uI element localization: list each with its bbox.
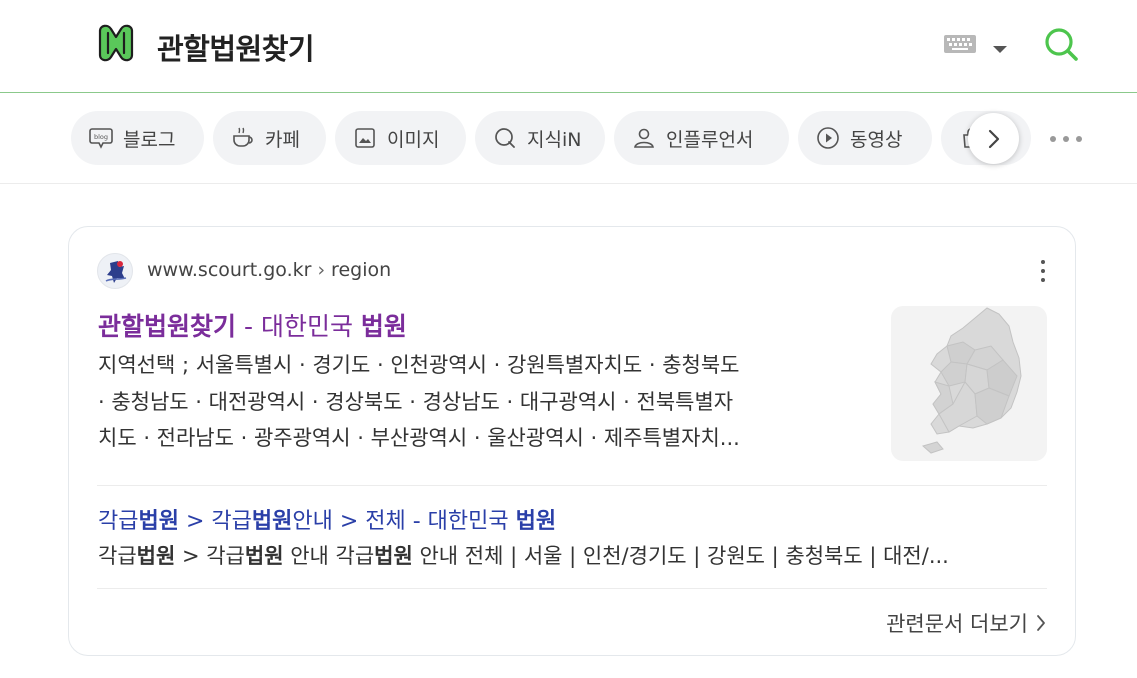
sub-link-text: 각급	[98, 509, 139, 534]
site-path: region	[331, 259, 392, 281]
search-icon[interactable]	[1043, 26, 1079, 62]
site-favicon-icon[interactable]	[97, 253, 133, 289]
tab-blog[interactable]: blog 블로그	[71, 111, 204, 165]
sub-link-arrow: >	[178, 509, 212, 534]
tab-kin[interactable]: 지식iN	[475, 111, 605, 165]
result-title-link[interactable]: 관할법원찾기 - 대한민국 법원	[98, 307, 407, 343]
sub-link-bold: 법원	[138, 509, 179, 534]
cafe-cup-icon	[231, 126, 255, 150]
sub-desc-bold: 법원	[136, 544, 176, 568]
sub-link-text: 각급	[211, 509, 252, 534]
description-line: · 충청남도 · 대전광역시 · 경상북도 · 경상남도 · 대구광역시 · 전…	[98, 389, 734, 414]
chevron-right-icon	[1037, 615, 1045, 631]
sub-result-description: 각급법원 > 각급법원 안내 각급법원 안내 전체 | 서울 | 인천/경기도 …	[98, 540, 1048, 570]
sub-desc-bold: 법원	[374, 544, 413, 568]
search-result-card: www.scourt.go.kr › region 관할법원찾기 - 대한민국 법원…	[68, 226, 1076, 656]
sub-desc-text: > 각급	[175, 544, 245, 568]
svg-text:blog: blog	[94, 133, 108, 141]
title-org: 대한민국	[260, 312, 361, 341]
site-url: www.scourt.go.kr	[147, 259, 312, 281]
chevron-down-icon[interactable]	[992, 40, 1008, 53]
person-icon	[632, 126, 656, 150]
sub-desc-text: 각급	[98, 544, 137, 568]
sub-link-arrow: >	[332, 509, 366, 534]
tab-video[interactable]: 동영상	[798, 111, 932, 165]
naver-logo-icon[interactable]	[96, 23, 136, 63]
sub-link-text: 전체 - 대한민국	[365, 509, 516, 534]
sub-link-bold: 법원	[515, 509, 557, 534]
section-divider	[97, 485, 1047, 486]
title-separator: -	[236, 312, 261, 341]
related-docs-more-link[interactable]: 관련문서 더보기	[886, 608, 1046, 638]
tabs-next-button[interactable]	[968, 113, 1019, 164]
more-horizontal-icon[interactable]	[1050, 136, 1082, 144]
sub-link-text: 안내	[292, 509, 333, 534]
tab-label: 카페	[265, 128, 300, 151]
tab-cafe[interactable]: 카페	[213, 111, 326, 165]
more-vertical-icon[interactable]	[1039, 260, 1047, 282]
tab-label: 이미지	[387, 128, 440, 151]
description-line: 치도 · 전라남도 · 광주광역시 · 부산광역시 · 울산광역시 · 제주특별…	[98, 426, 740, 450]
tab-label: 인플루언서	[666, 128, 754, 151]
section-divider	[97, 588, 1047, 589]
site-breadcrumb[interactable]: www.scourt.go.kr › region	[147, 259, 391, 281]
play-icon	[816, 126, 840, 150]
blog-icon: blog	[89, 126, 113, 150]
image-icon	[353, 126, 377, 150]
sub-desc-text: 안내 전체 | 서울 | 인천/경기도 | 강원도 | 충청북도 | 대전/..…	[412, 544, 949, 568]
title-org-bold: 법원	[360, 312, 407, 341]
tab-image[interactable]: 이미지	[335, 111, 466, 165]
sub-result-link[interactable]: 각급법원 > 각급법원안내 > 전체 - 대한민국 법원	[98, 503, 556, 535]
tab-label: 블로그	[123, 128, 176, 151]
search-header: 관할법원찾기	[0, 0, 1137, 93]
korea-map-thumbnail[interactable]	[891, 306, 1047, 461]
kin-icon	[493, 126, 517, 150]
sub-link-bold: 법원	[251, 509, 293, 534]
sub-desc-bold: 법원	[244, 544, 284, 568]
description-line: 지역선택 ; 서울특별시 · 경기도 · 인천광역시 · 강원특별자치도 · 충…	[98, 353, 740, 377]
tab-label: 지식iN	[527, 128, 582, 151]
result-description: 지역선택 ; 서울특별시 · 경기도 · 인천광역시 · 강원특별자치도 · 충…	[98, 347, 868, 457]
search-tab-bar: blog 블로그 카페 이미지 지식iN 인플루언서 동영상	[0, 94, 1137, 184]
tab-label: 동영상	[850, 128, 903, 151]
result-title-main: 관할법원찾기	[98, 312, 237, 341]
chevron-right-icon	[988, 129, 999, 148]
keyboard-icon[interactable]	[944, 35, 976, 53]
search-query-text[interactable]: 관할법원찾기	[157, 26, 315, 68]
related-label: 관련문서 더보기	[886, 612, 1028, 636]
sub-desc-text: 안내 각급	[283, 544, 375, 568]
tab-influencer[interactable]: 인플루언서	[614, 111, 789, 165]
breadcrumb-separator: ›	[317, 259, 326, 281]
